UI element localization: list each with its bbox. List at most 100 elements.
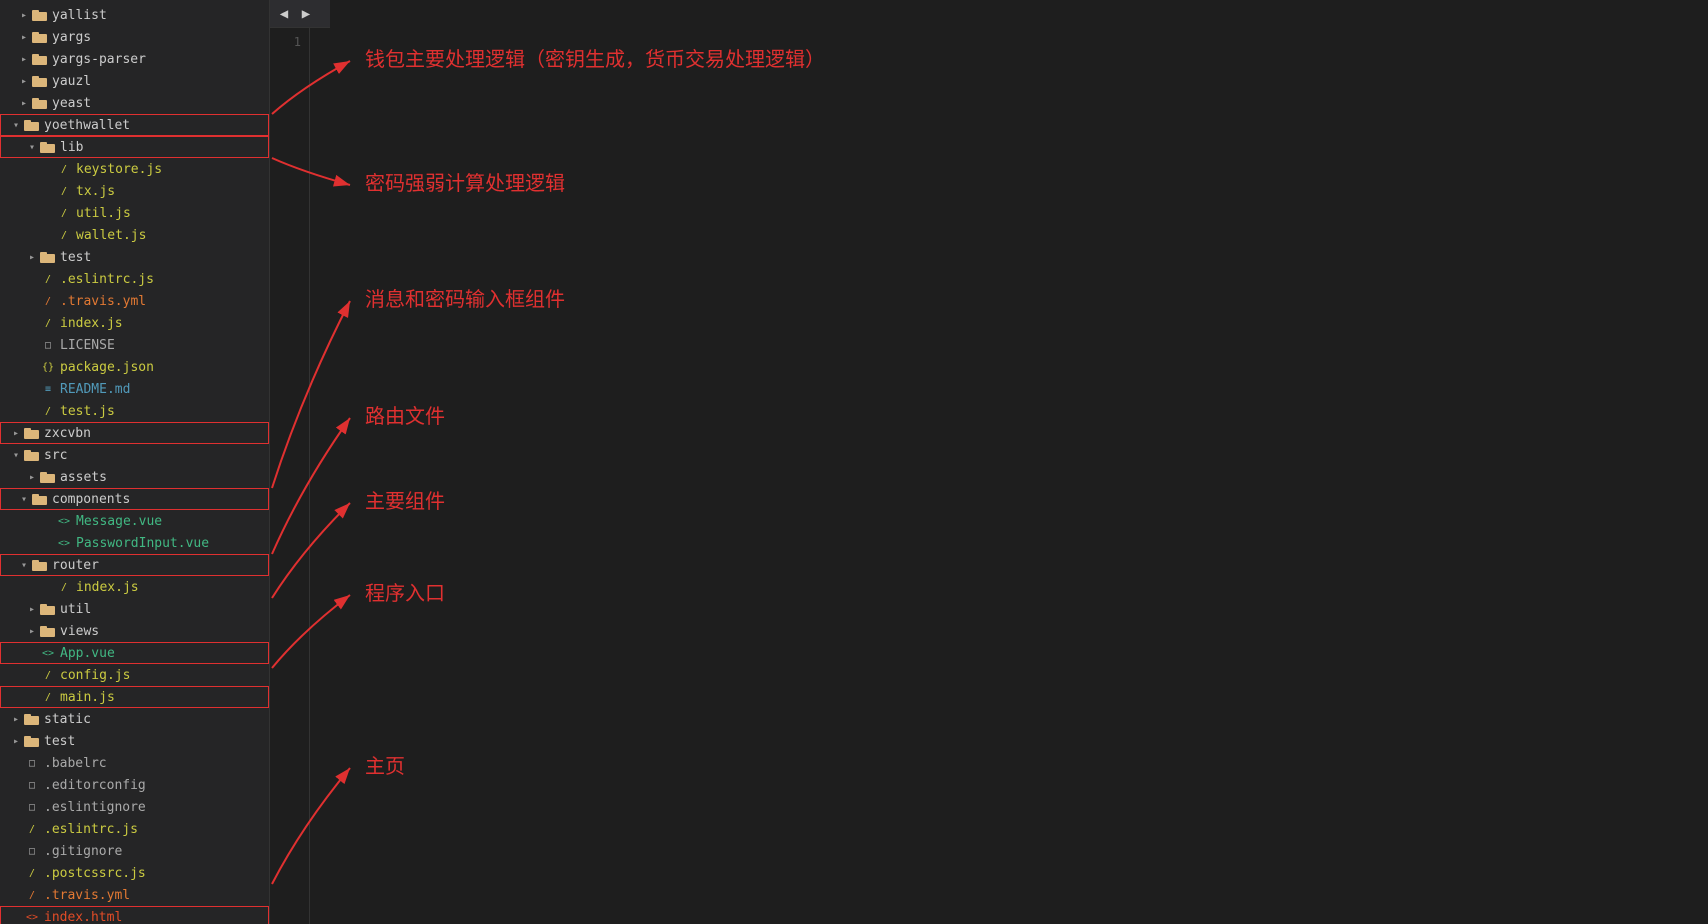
annotation-text: 钱包主要处理逻辑（密钥生成，货币交易处理逻辑）	[365, 48, 825, 71]
tree-item-travis.yml[interactable]: /.travis.yml	[0, 290, 269, 312]
tree-item-travis-root.yml[interactable]: /.travis.yml	[0, 884, 269, 906]
file-icon: /	[56, 164, 72, 175]
file-icon: /	[40, 692, 56, 703]
tree-label: main.js	[60, 690, 115, 705]
tree-arrow: ▸	[24, 626, 40, 637]
file-tree[interactable]: ▸yallist▸yargs▸yargs-parser▸yauzl▸yeast▾…	[0, 0, 270, 924]
tree-item-views[interactable]: ▸ views	[0, 620, 269, 642]
tree-label: .eslintignore	[44, 800, 146, 815]
tree-item-config.js[interactable]: /config.js	[0, 664, 269, 686]
tree-item-editorconfig[interactable]: □.editorconfig	[0, 774, 269, 796]
file-icon: /	[56, 582, 72, 593]
tree-label: wallet.js	[76, 228, 146, 243]
file-icon: /	[56, 208, 72, 219]
tree-item-assets[interactable]: ▸assets	[0, 466, 269, 488]
tree-item-zxcvbn[interactable]: ▸zxcvbn	[0, 422, 269, 444]
tree-item-lib[interactable]: ▾lib	[0, 136, 269, 158]
tree-item-babelrc[interactable]: □ .babelrc	[0, 752, 269, 774]
tree-arrow: ▾	[16, 494, 32, 505]
tree-arrow: ▸	[16, 54, 32, 65]
tree-item-tx.js[interactable]: /tx.js	[0, 180, 269, 202]
file-icon: □	[24, 802, 40, 813]
tree-label: components	[52, 492, 130, 507]
tree-label: README.md	[60, 382, 130, 397]
tree-label: yallist	[52, 8, 107, 23]
tree-item-PasswordInput.vue[interactable]: <>PasswordInput.vue	[0, 532, 269, 554]
tree-item-static[interactable]: ▸static	[0, 708, 269, 730]
tree-arrow: ▸	[8, 428, 24, 439]
tree-item-App.vue[interactable]: <> App.vue	[0, 642, 269, 664]
tree-label: src	[44, 448, 67, 463]
editor-panel: ◀ ▶ 1 钱包主要处理逻辑（密钥生成，货币交易处理逻辑）密码强弱计算处理逻辑消…	[270, 0, 1708, 924]
annotation-text: 密码强弱计算处理逻辑	[365, 172, 565, 195]
tree-label: static	[44, 712, 91, 727]
tree-label: yauzl	[52, 74, 91, 89]
tree-item-index.html[interactable]: <>index.html	[0, 906, 269, 924]
tree-label: views	[60, 624, 99, 639]
folder-icon	[40, 602, 56, 617]
tree-item-eslintrc.js[interactable]: / .eslintrc.js	[0, 268, 269, 290]
tree-item-index.js[interactable]: /index.js	[0, 312, 269, 334]
tree-arrow: ▸	[16, 10, 32, 21]
tree-label: config.js	[60, 668, 130, 683]
tree-label: keystore.js	[76, 162, 162, 177]
tree-item-util[interactable]: ▸util	[0, 598, 269, 620]
tree-item-LICENSE[interactable]: □LICENSE	[0, 334, 269, 356]
tree-item-router[interactable]: ▾router	[0, 554, 269, 576]
tree-item-util.js[interactable]: /util.js	[0, 202, 269, 224]
folder-icon	[40, 470, 56, 485]
tree-label: .eslintrc.js	[60, 272, 154, 287]
nav-back-button[interactable]: ◀	[274, 4, 294, 24]
annotation-text: 主页	[365, 755, 405, 778]
tree-item-test.js[interactable]: / test.js	[0, 400, 269, 422]
tree-item-router-index.js[interactable]: /index.js	[0, 576, 269, 598]
tree-label: test	[44, 734, 75, 749]
tree-item-yauzl[interactable]: ▸ yauzl	[0, 70, 269, 92]
tree-label: .postcssrc.js	[44, 866, 146, 881]
tree-arrow: ▸	[16, 76, 32, 87]
tree-item-README.md[interactable]: ≡README.md	[0, 378, 269, 400]
tree-item-eslintignore[interactable]: □ .eslintignore	[0, 796, 269, 818]
file-icon: □	[24, 780, 40, 791]
file-icon: □	[24, 758, 40, 769]
folder-icon	[32, 96, 48, 111]
tree-item-yeast[interactable]: ▸ yeast	[0, 92, 269, 114]
folder-icon	[40, 624, 56, 639]
tree-label: App.vue	[60, 646, 115, 661]
tree-item-gitignore[interactable]: □.gitignore	[0, 840, 269, 862]
tree-item-postcssrc.js[interactable]: /.postcssrc.js	[0, 862, 269, 884]
tree-arrow: ▾	[16, 560, 32, 571]
folder-icon	[24, 712, 40, 727]
tree-arrow: ▸	[24, 604, 40, 615]
tree-label: tx.js	[76, 184, 115, 199]
tree-label: test.js	[60, 404, 115, 419]
tree-item-yallist[interactable]: ▸ yallist	[0, 4, 269, 26]
tree-item-test-root[interactable]: ▸test	[0, 730, 269, 752]
tree-arrow: ▸	[16, 98, 32, 109]
file-icon: /	[40, 406, 56, 417]
tree-item-root-eslintrc.js[interactable]: /.eslintrc.js	[0, 818, 269, 840]
file-icon: <>	[40, 648, 56, 659]
folder-icon	[40, 250, 56, 265]
tree-item-yargs[interactable]: ▸yargs	[0, 26, 269, 48]
navigation-arrows[interactable]: ◀ ▶	[270, 0, 330, 28]
folder-icon	[24, 448, 40, 463]
tree-label: .babelrc	[44, 756, 107, 771]
tree-item-test[interactable]: ▸test	[0, 246, 269, 268]
tree-item-Message.vue[interactable]: <>Message.vue	[0, 510, 269, 532]
tree-label: yeast	[52, 96, 91, 111]
annotation-text: 主要组件	[365, 490, 445, 513]
tree-item-components[interactable]: ▾ components	[0, 488, 269, 510]
tree-item-yargs-parser[interactable]: ▸yargs-parser	[0, 48, 269, 70]
tree-item-src[interactable]: ▾src	[0, 444, 269, 466]
tree-label: .travis.yml	[60, 294, 146, 309]
folder-icon	[32, 52, 48, 67]
file-icon: /	[40, 274, 56, 285]
tree-item-main.js[interactable]: / main.js	[0, 686, 269, 708]
folder-icon	[24, 118, 40, 133]
nav-forward-button[interactable]: ▶	[296, 4, 316, 24]
tree-item-keystore.js[interactable]: / keystore.js	[0, 158, 269, 180]
tree-item-package.json[interactable]: {}package.json	[0, 356, 269, 378]
tree-item-wallet.js[interactable]: /wallet.js	[0, 224, 269, 246]
tree-item-yoethwallet[interactable]: ▾yoethwallet	[0, 114, 269, 136]
